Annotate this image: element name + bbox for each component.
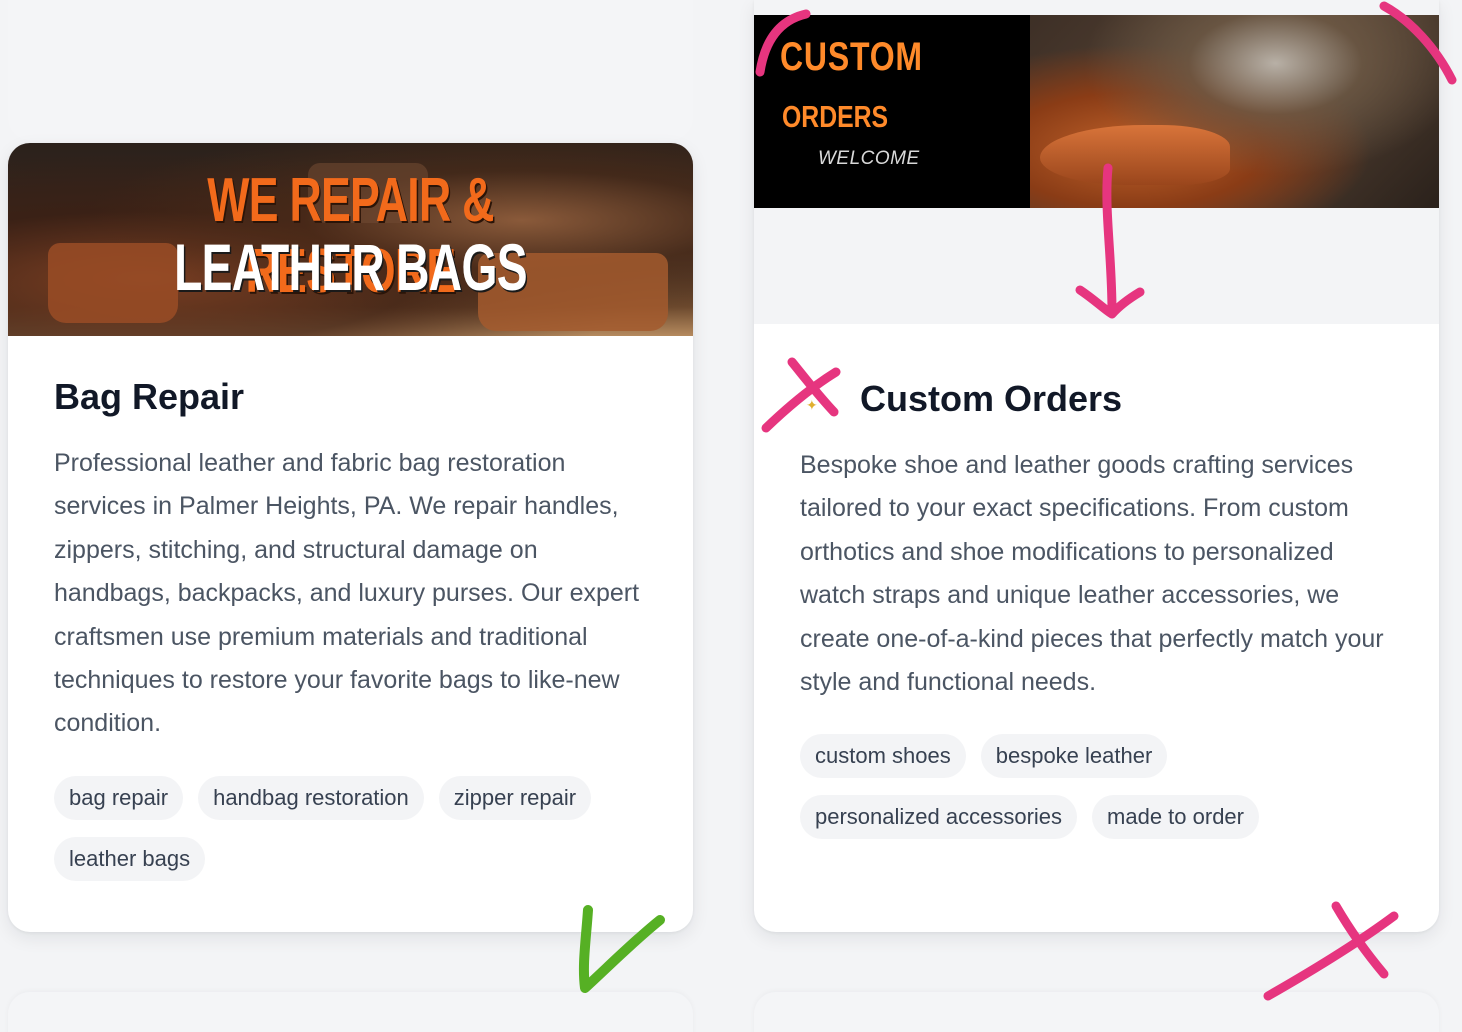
banner-subheadline: ORDERS <box>782 99 889 134</box>
tag-chip[interactable]: bespoke leather <box>980 734 1168 779</box>
banner-subheadline: LEATHER BAGS <box>174 230 527 304</box>
shoe-illustration <box>1040 125 1230 185</box>
card-description: Bespoke shoe and leather goods crafting … <box>800 451 1384 697</box>
card-title: Bag Repair <box>54 374 647 420</box>
tag-chip[interactable]: zipper repair <box>438 775 592 820</box>
tag-chip[interactable]: bag repair <box>54 775 184 820</box>
banner-spacer <box>754 208 1439 324</box>
card-title-text: Bag Repair <box>54 376 245 417</box>
tag-chip[interactable]: custom shoes <box>800 734 966 779</box>
card-description: Professional leather and fabric bag rest… <box>54 449 640 738</box>
tag-list: bag repair handbag restoration zipper re… <box>54 775 647 881</box>
tag-chip[interactable]: handbag restoration <box>198 775 424 820</box>
card-title: Custom Orders <box>800 376 1393 422</box>
previous-card-left <box>8 0 693 140</box>
tag-list: custom shoes bespoke leather personalize… <box>800 734 1393 840</box>
tag-chip[interactable]: leather bags <box>54 836 206 881</box>
tag-chip[interactable]: personalized accessories <box>800 795 1078 840</box>
bag-repair-banner-image: WE REPAIR & RESTORE LEATHER BAGS <box>8 143 693 336</box>
service-card-custom-orders[interactable]: CUSTOM ORDERS WELCOME Custom Orders Besp… <box>754 0 1439 932</box>
next-card-left <box>8 992 693 1032</box>
card-title-text: Custom Orders <box>860 378 1123 419</box>
banner-headline: CUSTOM <box>780 35 923 79</box>
sparkle-icon <box>800 376 846 422</box>
custom-orders-banner-image: CUSTOM ORDERS WELCOME <box>754 15 1439 208</box>
custom-orders-banner: CUSTOM ORDERS WELCOME <box>754 0 1439 208</box>
tag-chip[interactable]: made to order <box>1092 795 1259 840</box>
craftsman-photo <box>1030 15 1439 208</box>
service-card-bag-repair[interactable]: WE REPAIR & RESTORE LEATHER BAGS Bag Rep… <box>8 143 693 932</box>
next-card-right <box>754 992 1439 1032</box>
banner-caption: WELCOME <box>818 148 920 169</box>
